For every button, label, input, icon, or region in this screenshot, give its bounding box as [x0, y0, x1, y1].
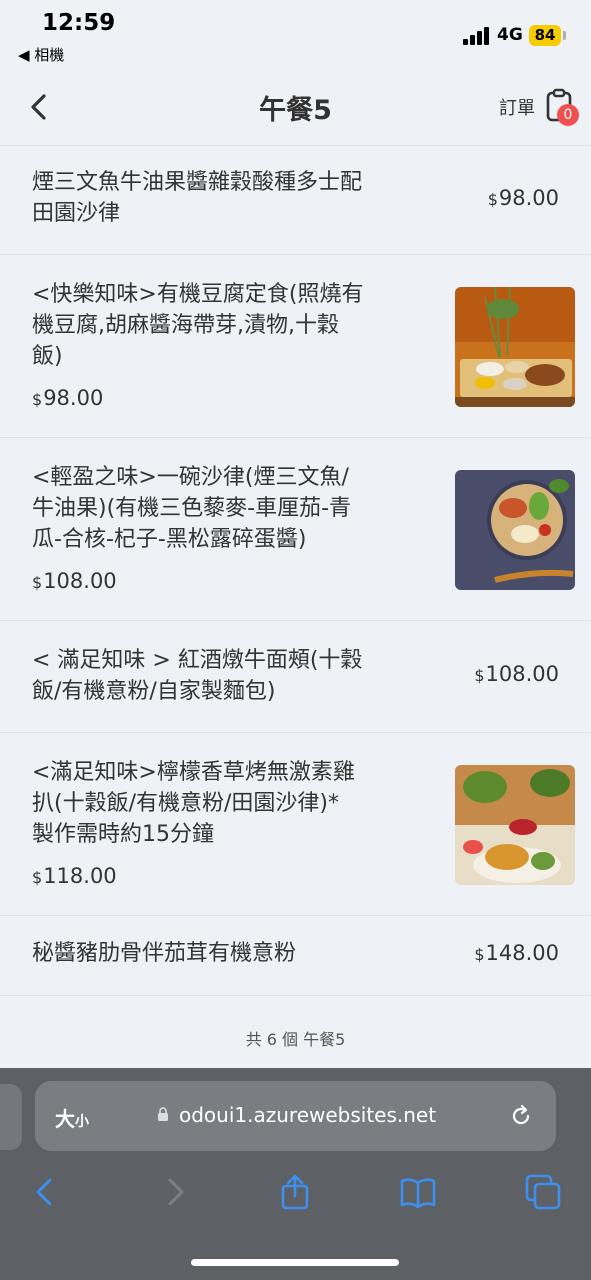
lock-icon	[158, 1107, 168, 1121]
salad-bowl-image	[455, 470, 575, 590]
status-time: 12:59	[42, 10, 116, 36]
list-item[interactable]: < 滿足知味 > 紅酒燉牛面頰(十穀 飯/有機意粉/自家製麵包) $108.00	[0, 621, 591, 733]
text-size-button[interactable]: 大小	[55, 1103, 89, 1132]
network-label: 4G	[497, 25, 523, 45]
home-indicator	[191, 1259, 399, 1266]
chicken-plate-image	[455, 765, 575, 885]
previous-tab-preview[interactable]	[0, 1084, 22, 1150]
list-item[interactable]: 秘醬豬肋骨伴茄茸有機意粉 $148.00	[0, 916, 591, 996]
page-header: 午餐5 訂單 0	[0, 70, 591, 146]
url-text[interactable]: odoui1.azurewebsites.net	[179, 1103, 436, 1127]
item-price: $108.00	[32, 569, 117, 593]
item-name: 煙三文魚牛油果醬雜穀酸種多士配 田園沙律	[32, 170, 363, 226]
item-price: $118.00	[32, 864, 117, 888]
item-price: $98.00	[487, 186, 559, 210]
item-count-summary: 共 6 個 午餐5	[245, 1030, 346, 1049]
share-icon[interactable]	[277, 1174, 313, 1210]
item-name: 秘醬豬肋骨伴茄茸有機意粉	[32, 941, 297, 966]
battery-icon: 84	[529, 25, 561, 46]
list-item[interactable]: <輕盈之味>一碗沙律(煙三文魚/牛油果)(有機三色藜麥-車厘茄-青 瓜-合核-杞子…	[0, 438, 591, 621]
item-name: <滿足知味>檸檬香草烤無激素雞 扒(十穀飯/有機意粉/田園沙律)* 製作需時約15分…	[32, 760, 355, 847]
browser-back-icon[interactable]	[28, 1174, 64, 1210]
tofu-set-meal-image	[455, 287, 575, 407]
item-price: $108.00	[474, 662, 559, 686]
order-label[interactable]: 訂單	[499, 94, 535, 120]
battery-tip	[563, 31, 566, 40]
tabs-icon[interactable]	[525, 1174, 561, 1210]
list-item[interactable]: <滿足知味>檸檬香草烤無激素雞 扒(十穀飯/有機意粉/田園沙律)* 製作需時約15分…	[0, 733, 591, 916]
item-name: <輕盈之味>一碗沙律(煙三文魚/牛油果)(有機三色藜麥-車厘茄-青 瓜-合核-杞子…	[32, 465, 352, 552]
signal-icon	[463, 27, 493, 45]
status-bar: 12:59 ◀ 相機 4G 84	[0, 0, 591, 70]
browser-forward-icon[interactable]	[156, 1174, 192, 1210]
cart-count-badge: 0	[557, 104, 579, 126]
item-price: $148.00	[474, 941, 559, 965]
menu-list: 煙三文魚牛油果醬雜穀酸種多士配 田園沙律 $98.00 <快樂知味>有機豆腐定食(…	[0, 146, 591, 996]
reload-icon[interactable]	[508, 1103, 534, 1129]
list-item[interactable]: 煙三文魚牛油果醬雜穀酸種多士配 田園沙律 $98.00	[0, 146, 591, 255]
item-name: < 滿足知味 > 紅酒燉牛面頰(十穀 飯/有機意粉/自家製麵包)	[32, 648, 363, 704]
list-item[interactable]: <快樂知味>有機豆腐定食(照燒有 機豆腐,胡麻醬海帶芽,漬物,十穀 飯) $98.0…	[0, 255, 591, 438]
back-to-app-link[interactable]: ◀ 相機	[18, 44, 64, 65]
address-bar[interactable]: 大小 odoui1.azurewebsites.net	[35, 1081, 556, 1151]
bookmarks-icon[interactable]	[400, 1174, 436, 1210]
browser-toolbar: 大小 odoui1.azurewebsites.net	[0, 1068, 591, 1280]
item-name: <快樂知味>有機豆腐定食(照燒有 機豆腐,胡麻醬海帶芽,漬物,十穀 飯)	[32, 282, 364, 369]
item-price: $98.00	[32, 386, 104, 410]
